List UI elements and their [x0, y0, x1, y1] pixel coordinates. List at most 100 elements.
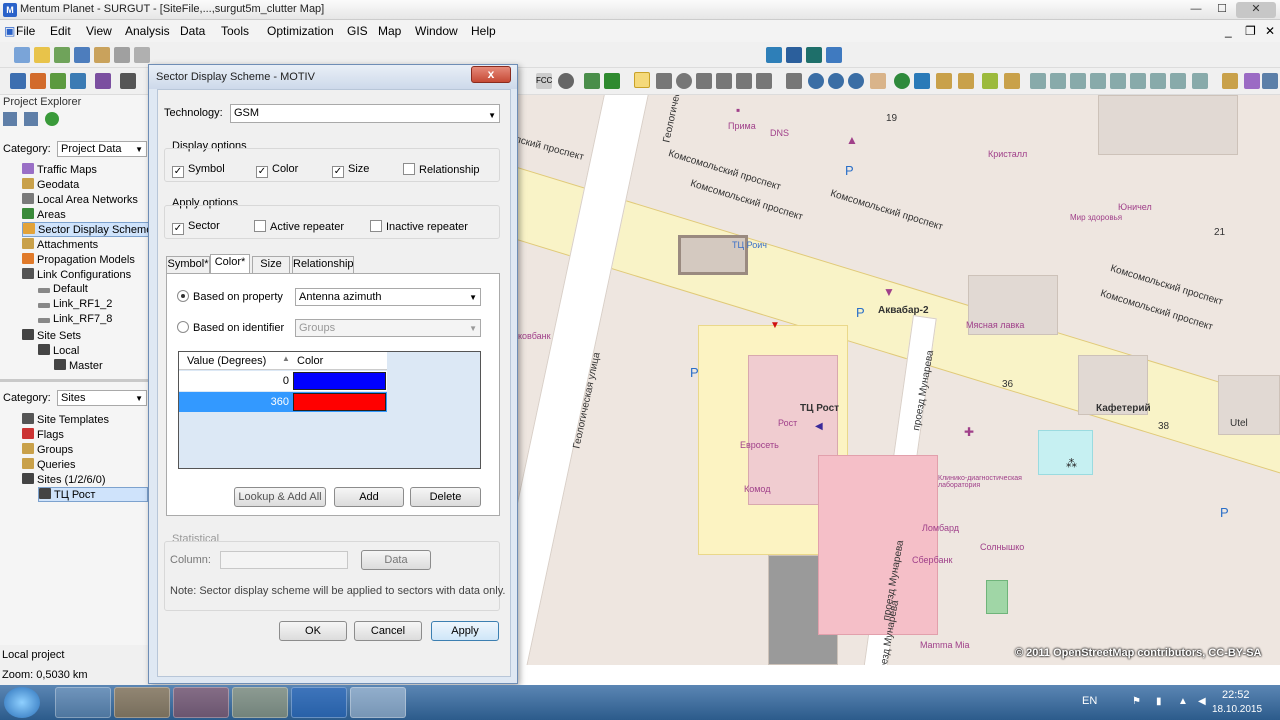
text-tool-icon[interactable]	[826, 47, 842, 63]
select-region-icon[interactable]	[716, 73, 732, 89]
tree-item[interactable]: Queries	[22, 458, 76, 471]
select-rect-icon[interactable]	[656, 73, 672, 89]
grid-icon[interactable]	[1050, 73, 1066, 89]
lookup-add-all-button[interactable]: Lookup & Add All	[234, 487, 326, 507]
ok-button[interactable]: OK	[279, 621, 347, 641]
checkbox-checked-icon[interactable]: ✓	[172, 166, 184, 178]
refresh-icon[interactable]	[45, 112, 59, 126]
invert-select-icon[interactable]	[786, 73, 802, 89]
signal-icon[interactable]: ▲	[1178, 696, 1188, 707]
select-arrow-icon[interactable]	[634, 72, 650, 88]
tree-item[interactable]: Default	[38, 283, 88, 295]
chrome-icon[interactable]	[173, 687, 229, 718]
table-row-selected[interactable]: 360	[179, 392, 387, 412]
legend-icon[interactable]	[1192, 73, 1208, 89]
menu-analysis[interactable]: Analysis	[125, 24, 170, 38]
menu-window[interactable]: Window	[415, 24, 458, 38]
dialog-close-button[interactable]: x	[471, 66, 511, 83]
select-circle-icon[interactable]	[676, 73, 692, 89]
apply-button[interactable]: Apply	[431, 621, 499, 641]
checkbox-checked-icon[interactable]: ✓	[332, 166, 344, 178]
menu-optimization[interactable]: Optimization	[267, 24, 334, 38]
tree-item[interactable]: Geodata	[22, 178, 79, 191]
tab-relationship[interactable]: Relationship	[292, 256, 354, 273]
maximize-button[interactable]: ☐	[1210, 2, 1234, 18]
tree-item[interactable]: Areas	[22, 208, 66, 221]
category-select[interactable]: Project Data ▼	[57, 141, 147, 157]
ie-icon[interactable]	[55, 687, 111, 718]
ruler-icon[interactable]	[936, 73, 952, 89]
select-boundary-icon[interactable]	[736, 73, 752, 89]
zoom-in-icon[interactable]	[808, 73, 824, 89]
tree-item[interactable]: Groups	[22, 443, 73, 456]
tape-icon[interactable]	[1004, 73, 1020, 89]
map-view[interactable]: лский проспект Комсомольский проспект Ко…	[518, 95, 1280, 665]
copy-icon[interactable]	[134, 47, 150, 63]
cut-icon[interactable]	[114, 47, 130, 63]
terrain-icon[interactable]	[806, 47, 822, 63]
color-swatch[interactable]	[293, 393, 386, 411]
label-icon[interactable]	[914, 73, 930, 89]
menu-gis[interactable]: GIS	[347, 24, 368, 38]
clock-date[interactable]: 18.10.2015	[1212, 704, 1262, 715]
apply-option-inactive-repeater[interactable]: Inactive repeater	[370, 220, 468, 233]
tree-item[interactable]: Flags	[22, 428, 64, 441]
sector-icon[interactable]	[50, 73, 66, 89]
radio-unselected-icon[interactable]	[177, 321, 189, 333]
columns-icon[interactable]	[1070, 73, 1086, 89]
cancel-button[interactable]: Cancel	[354, 621, 422, 641]
report-icon[interactable]	[1244, 73, 1260, 89]
volume-icon[interactable]: ◀	[1198, 696, 1206, 707]
menu-data[interactable]: Data	[180, 24, 205, 38]
menu-help[interactable]: Help	[471, 24, 496, 38]
mentum-planet-icon[interactable]	[291, 687, 347, 718]
chart-icon[interactable]	[604, 73, 620, 89]
tree-item[interactable]: Master	[54, 359, 103, 372]
antenna-icon[interactable]	[120, 73, 136, 89]
unselect-icon[interactable]	[756, 73, 772, 89]
data-button[interactable]: Data	[361, 550, 431, 570]
menu-map[interactable]: Map	[378, 24, 401, 38]
column-input[interactable]	[220, 551, 348, 569]
radio-selected-icon[interactable]	[177, 290, 189, 302]
select-polygon-icon[interactable]	[696, 73, 712, 89]
info-icon[interactable]	[894, 73, 910, 89]
rows-icon[interactable]	[1090, 73, 1106, 89]
menu-view[interactable]: View	[86, 24, 112, 38]
filter-icon[interactable]	[1130, 73, 1146, 89]
new-icon[interactable]	[14, 47, 30, 63]
gis-tool-icon[interactable]	[766, 47, 782, 63]
apply-option-sector[interactable]: ✓ Sector	[172, 220, 220, 235]
display-option-color[interactable]: ✓ Color	[256, 163, 298, 178]
identifier-select[interactable]: Groups ▼	[295, 319, 481, 337]
open-icon[interactable]	[34, 47, 50, 63]
tree-item-selected[interactable]: Sector Display Schemes	[22, 222, 158, 237]
menu-edit[interactable]: Edit	[50, 24, 71, 38]
technology-select[interactable]: GSM ▼	[230, 104, 500, 123]
header-value[interactable]: Value (Degrees)	[187, 355, 266, 367]
print-icon[interactable]	[94, 47, 110, 63]
settings-icon[interactable]	[1262, 73, 1278, 89]
clock-time[interactable]: 22:52	[1222, 689, 1250, 701]
fcc-icon[interactable]: FCC	[536, 73, 552, 89]
site-marker-icon[interactable]: ▼	[770, 320, 780, 331]
close-window-button[interactable]: ✕	[1236, 2, 1276, 18]
zoom-out-icon[interactable]	[828, 73, 844, 89]
tree-item[interactable]: Link Configurations	[22, 268, 131, 281]
table-icon[interactable]	[1030, 73, 1046, 89]
target-icon[interactable]	[558, 73, 574, 89]
splitter[interactable]	[0, 379, 150, 382]
child-minimize-button[interactable]: _	[1225, 24, 1232, 38]
child-restore-button[interactable]: ❐	[1245, 24, 1256, 38]
checkbox-unchecked-icon[interactable]	[403, 163, 415, 175]
explorer-folder-icon[interactable]	[232, 687, 288, 718]
import-icon[interactable]	[1170, 73, 1186, 89]
display-option-symbol[interactable]: ✓ Symbol	[172, 163, 225, 178]
category2-select[interactable]: Sites ▼	[57, 390, 147, 406]
site-icon[interactable]	[30, 73, 46, 89]
tree-item[interactable]: Local Area Networks	[22, 193, 138, 206]
tree-item[interactable]: Sites (1/2/6/0)	[22, 473, 105, 486]
checkbox-checked-icon[interactable]: ✓	[172, 223, 184, 235]
checkbox-unchecked-icon[interactable]	[254, 220, 266, 232]
media-player-icon[interactable]	[114, 687, 170, 718]
